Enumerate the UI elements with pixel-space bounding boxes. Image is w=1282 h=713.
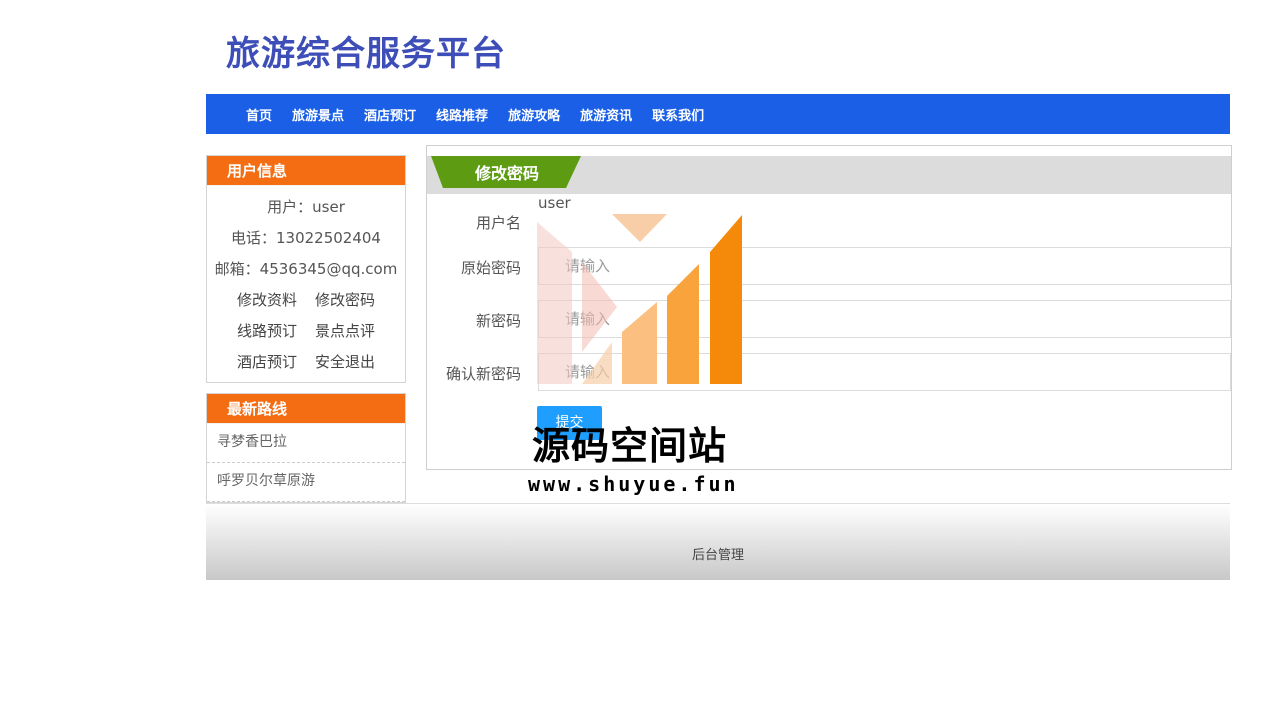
- latest-routes-panel: 最新路线 寻梦香巴拉 呼罗贝尔草原游: [206, 393, 406, 503]
- new-password-label: 新密码: [475, 312, 521, 330]
- watermark-url: www.shuyue.fun: [528, 472, 739, 496]
- change-password-link[interactable]: 修改密码: [315, 285, 375, 316]
- username-value: user: [538, 194, 571, 212]
- site-title: 旅游综合服务平台: [226, 34, 506, 74]
- nav-hotel-booking[interactable]: 酒店预订: [364, 105, 416, 124]
- user-name: 用户：user: [267, 198, 345, 216]
- user-email: 邮箱：4536345@qq.com: [214, 260, 398, 278]
- nav-news[interactable]: 旅游资讯: [580, 105, 632, 124]
- watermark-logo-icon: [537, 214, 742, 384]
- footer: 后台管理: [206, 503, 1230, 580]
- nav-guides[interactable]: 旅游攻略: [508, 105, 560, 124]
- nav-routes[interactable]: 线路推荐: [436, 105, 488, 124]
- route-item[interactable]: 寻梦香巴拉: [207, 424, 405, 463]
- user-links-row: 线路预订 景点点评: [207, 316, 405, 347]
- old-password-label: 原始密码: [460, 259, 521, 277]
- hotel-booking-link[interactable]: 酒店预订: [237, 347, 297, 378]
- confirm-password-label: 确认新密码: [445, 365, 521, 383]
- latest-routes-title: 最新路线: [207, 394, 405, 424]
- nav-home[interactable]: 首页: [246, 105, 272, 124]
- user-links-row: 修改资料 修改密码: [207, 285, 405, 316]
- main-nav: 首页 旅游景点 酒店预订 线路推荐 旅游攻略 旅游资讯 联系我们: [206, 94, 1230, 134]
- route-item[interactable]: 呼罗贝尔草原游: [207, 463, 405, 502]
- nav-contact[interactable]: 联系我们: [652, 105, 704, 124]
- username-label: 用户名: [475, 214, 521, 232]
- watermark-name: 源码空间站: [532, 424, 728, 468]
- edit-profile-link[interactable]: 修改资料: [237, 285, 297, 316]
- route-booking-link[interactable]: 线路预订: [237, 316, 297, 347]
- nav-scenic-spots[interactable]: 旅游景点: [292, 105, 344, 124]
- user-links-row: 酒店预订 安全退出: [207, 347, 405, 378]
- user-info-panel: 用户信息 用户：user 电话：13022502404 邮箱：4536345@q…: [206, 155, 406, 383]
- scenic-review-link[interactable]: 景点点评: [315, 316, 375, 347]
- form-header: 修改密码: [427, 156, 1231, 194]
- form-tab-title: 修改密码: [431, 156, 581, 188]
- logout-link[interactable]: 安全退出: [315, 347, 375, 378]
- admin-link[interactable]: 后台管理: [692, 544, 744, 563]
- user-info-title: 用户信息: [207, 156, 405, 186]
- user-phone: 电话：13022502404: [231, 229, 381, 247]
